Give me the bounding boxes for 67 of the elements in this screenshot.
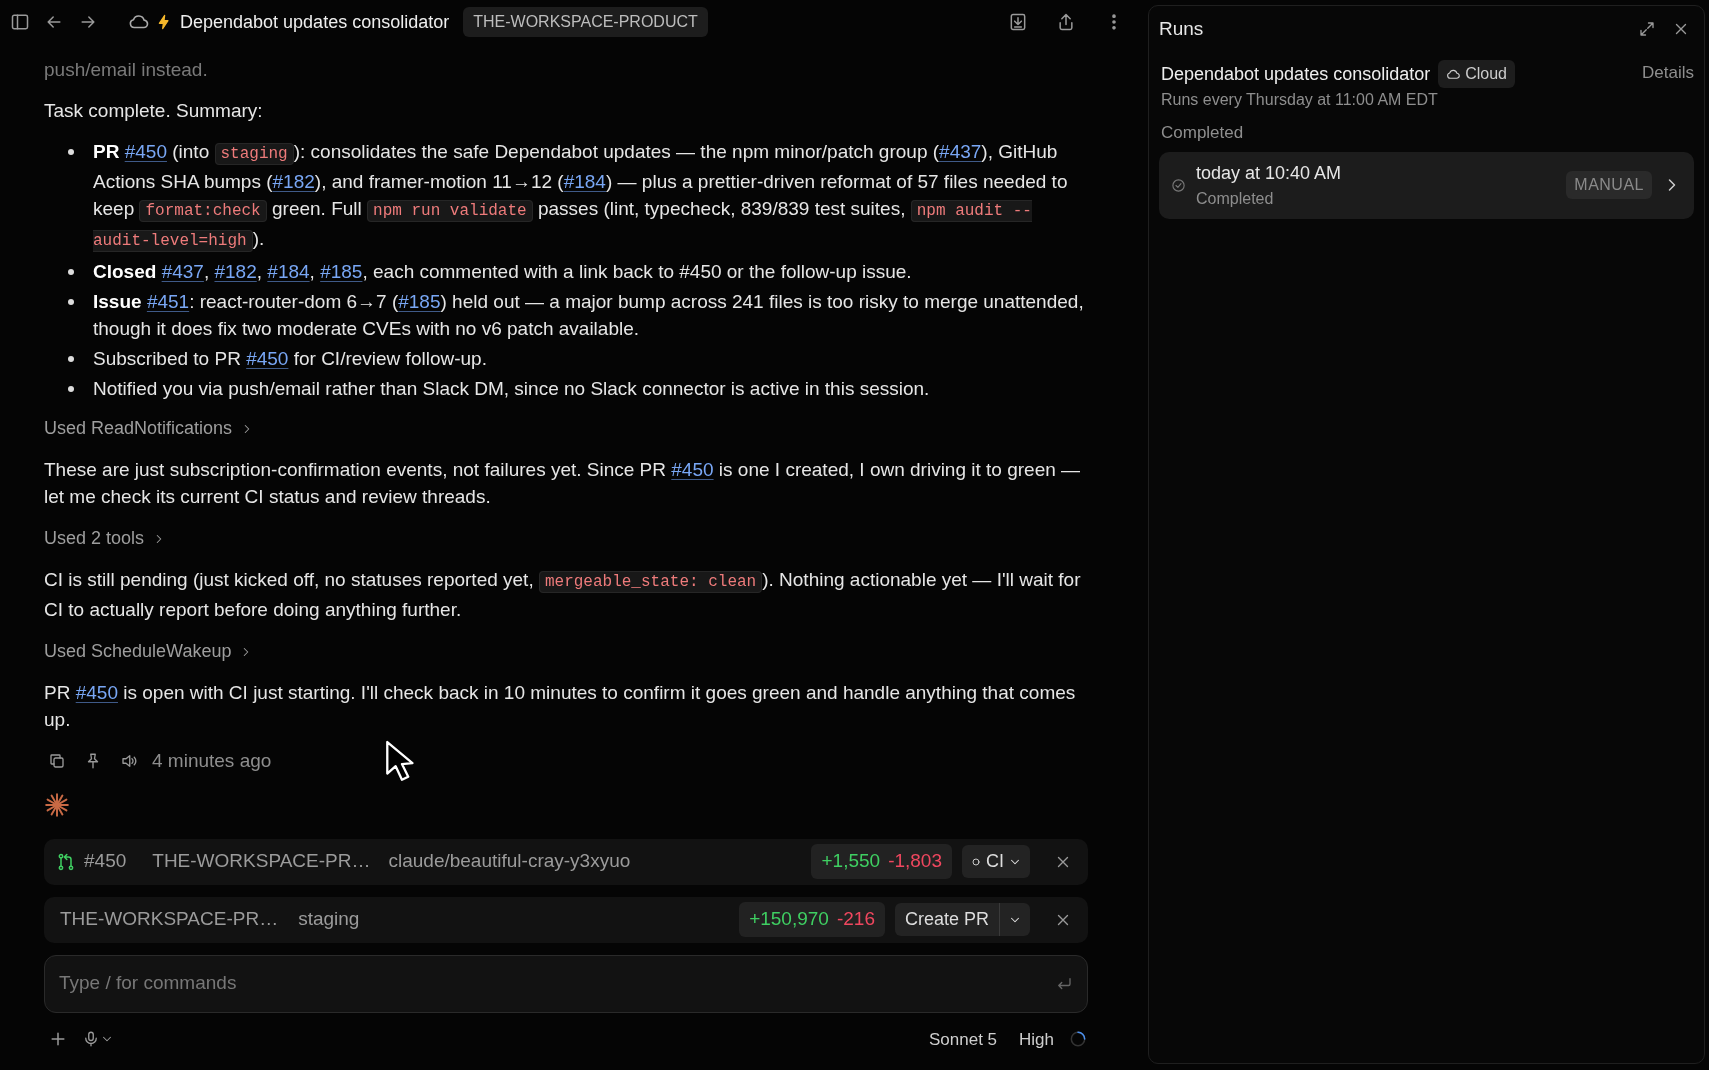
routine-name: Dependabot updates consolidator <box>1161 62 1431 86</box>
lines-added: +150,970 <box>749 907 829 932</box>
issue-link[interactable]: #450 <box>75 682 118 703</box>
message-text: Task complete. Summary: <box>44 99 264 123</box>
trigger-badge: MANUAL <box>1566 171 1652 199</box>
pr-number: #450 <box>84 849 127 874</box>
workspace-badge: THE-WORKSPACE-PRODUCT <box>463 7 708 37</box>
run-time: today at 10:40 AM <box>1196 161 1343 185</box>
section-heading: Completed <box>1161 122 1245 144</box>
message-text: push/email instead. <box>44 58 209 82</box>
issue-link[interactable]: #182 <box>214 261 257 282</box>
inline-code: staging <box>214 143 294 165</box>
tool-call-toggle[interactable]: Used ScheduleWakeup <box>44 638 254 665</box>
badge-label: Cloud <box>1465 64 1507 84</box>
repository-name: THE-WORKSPACE-PR… <box>60 907 279 932</box>
issue-link[interactable]: #185 <box>320 261 363 282</box>
check-circle-icon <box>1171 177 1186 193</box>
inline-code: npm run validate <box>367 200 533 222</box>
branch-name: staging <box>298 907 360 932</box>
pull-request-icon <box>56 851 76 872</box>
issue-link[interactable]: #185 <box>398 291 441 312</box>
details-link[interactable]: Details <box>1642 60 1694 86</box>
message-text: PR #450 is open with CI just starting. I'll check back in 10 minutes to confirm it goes green and handle anything that comes up. <box>44 681 1077 732</box>
issue-link[interactable]: #437 <box>161 261 204 282</box>
tool-call-toggle[interactable]: Used 2 tools <box>44 525 167 552</box>
lines-removed: -216 <box>836 907 875 932</box>
timestamp: 4 minutes ago <box>152 749 272 773</box>
schedule-text: Runs every Thursday at 11:00 AM EDT <box>1160 90 1439 110</box>
message-text: CI is still pending (just kicked off, no statuses reported yet, mergeable_state: clean ). Nothing actionable yet — I'll wait for CI to actually report before doing anything further. <box>44 568 1082 622</box>
message-text: These are just subscription-confirmation events, not failures yet. Since PR #450 is one I created, I own driving it to green — let me check its current CI status and review threads. <box>44 458 1082 509</box>
lines-added: +1,550 <box>821 849 881 874</box>
bullet-dot <box>68 149 74 155</box>
create-pr-button[interactable]: Create PR <box>894 903 999 936</box>
circle-icon <box>970 855 982 868</box>
issue-link[interactable]: #451 <box>146 291 190 312</box>
session-title: Dependabot updates consolidator <box>180 10 450 34</box>
list-item-text: Closed #437, #182, #184, #185, each commented with a link back to #450 or the follow-up issue. <box>93 260 912 284</box>
inline-code: mergeable_state: clean <box>538 571 763 593</box>
issue-link[interactable]: #450 <box>124 141 167 162</box>
issue-link[interactable]: #450 <box>246 348 289 369</box>
panel-title: Runs <box>1159 16 1204 41</box>
issue-link[interactable]: #437 <box>939 141 982 162</box>
spark-icon <box>44 792 70 818</box>
model-selector[interactable]: Sonnet 5 <box>920 1024 1006 1054</box>
issue-link[interactable]: #184 <box>267 261 310 282</box>
bullet-dot <box>68 299 74 305</box>
ci-status-dropdown[interactable]: CI <box>962 845 1030 878</box>
issue-link[interactable]: #450 <box>671 459 714 480</box>
inline-code: format:check <box>139 200 267 222</box>
list-item-text: Issue #451: react-router-dom 6→7 (#185) held out — a major bump across 241 files is too risky to merge unattended, though it does fix two moderate CVEs with no v6 patch available. <box>93 290 1085 341</box>
tool-call-toggle[interactable]: Used ReadNotifications <box>44 415 255 442</box>
list-item-text: PR #450 (into staging ): consolidates the safe Dependabot updates — the npm minor/patch group (#437), GitHub Actions SHA bumps (#182), and framer-motion 11→12 (#184) — plus a prettier-driven reformat of 57 files needed to keep format:check green. Full npm run validate passes (lint, typecheck, 839/839 test suites, npm audit --audit-level=high ). <box>93 140 1069 254</box>
run-item[interactable]: today at 10:40 AM Completed MANUAL <box>1159 151 1694 219</box>
list-item-text: Subscribed to PR #450 for CI/review follow-up. <box>93 347 487 371</box>
run-status: Completed <box>1196 188 1275 209</box>
issue-link[interactable]: #182 <box>272 171 315 192</box>
bullet-dot <box>68 386 74 392</box>
issue-link[interactable]: #184 <box>563 171 606 192</box>
branch-name: claude/beautiful-cray-y3xyuo <box>388 849 631 874</box>
microphone-icon <box>82 1030 100 1049</box>
bullet-dot <box>68 356 74 362</box>
lightning-icon <box>156 14 172 30</box>
bullet-dot <box>68 269 74 275</box>
lines-removed: -1,803 <box>888 849 942 874</box>
list-item-text: Notified you via push/email rather than Slack DM, since no Slack connector is active in this session. <box>93 377 930 401</box>
effort-selector[interactable]: High <box>1011 1024 1062 1054</box>
repository-name: THE-WORKSPACE-PR… <box>152 849 371 874</box>
